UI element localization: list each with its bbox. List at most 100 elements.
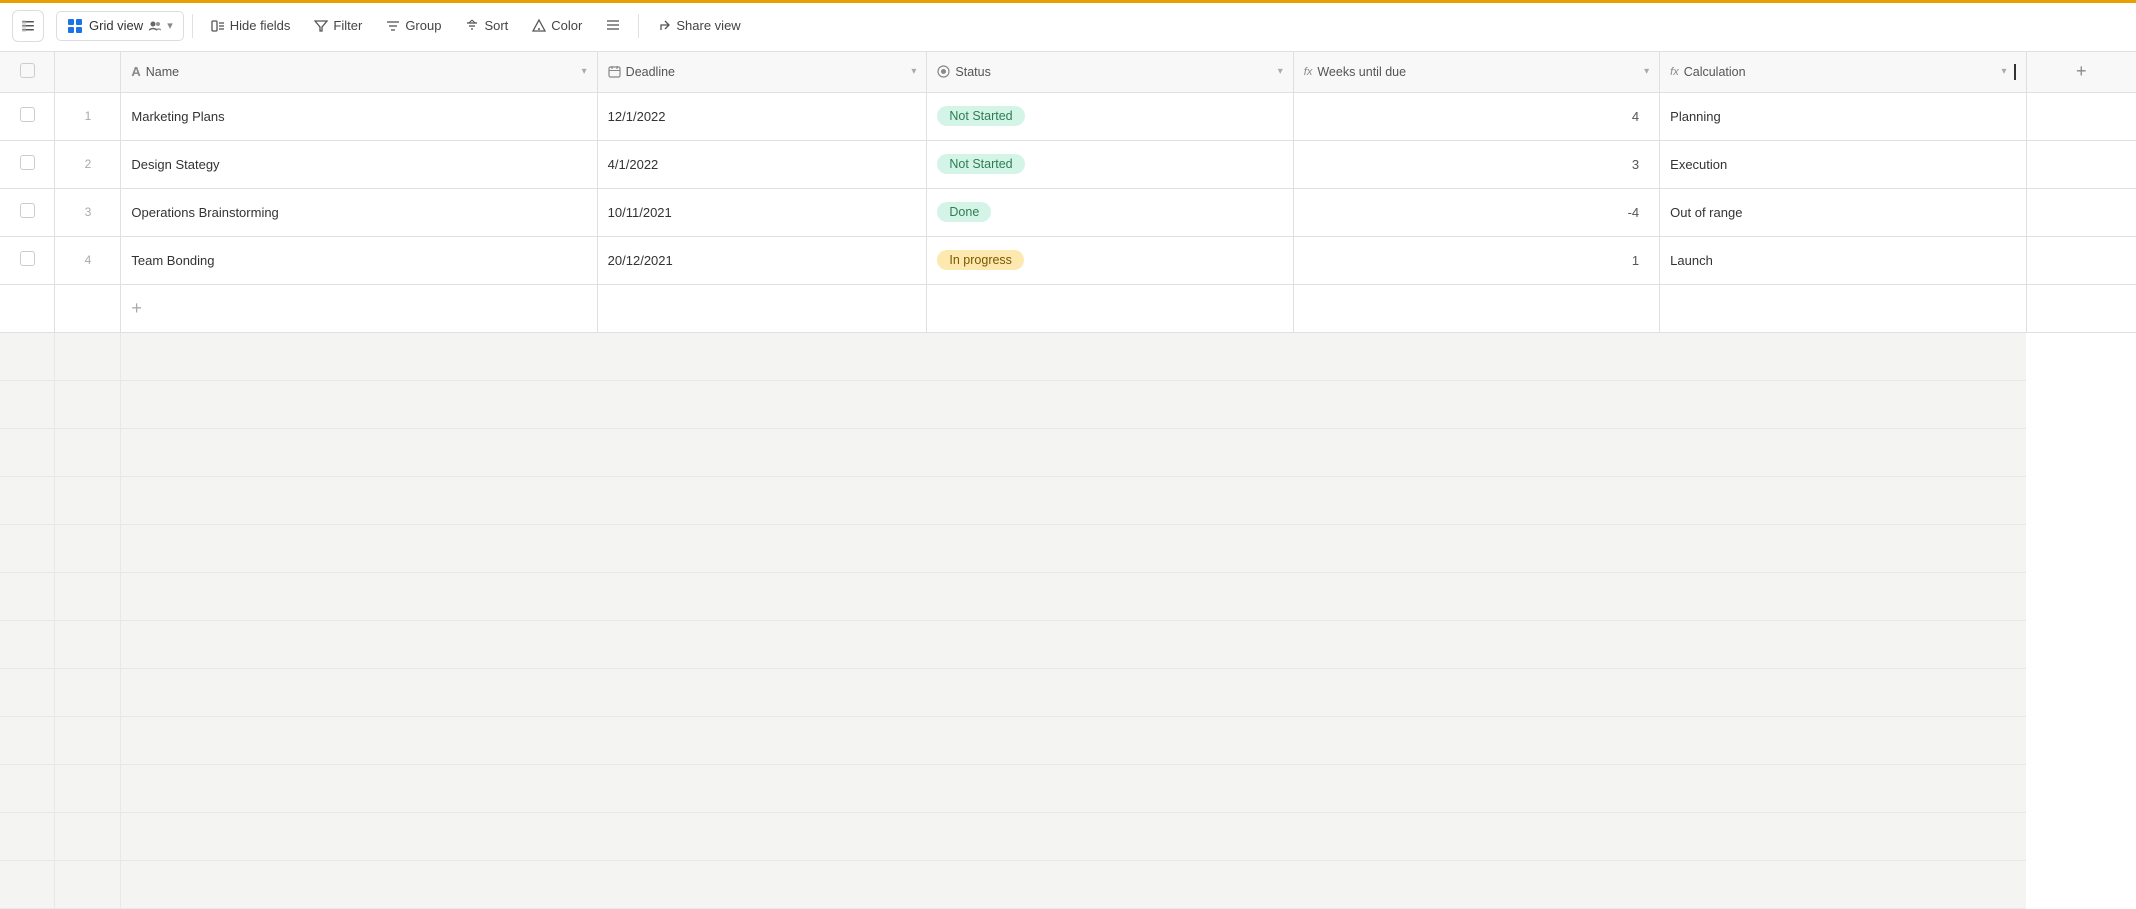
row-status[interactable]: Done bbox=[927, 188, 1293, 236]
row-calc[interactable]: Execution bbox=[1660, 140, 2026, 188]
color-icon bbox=[532, 19, 546, 33]
data-table: A Name ▾ Deadline ▾ bbox=[0, 52, 2136, 909]
add-row-num bbox=[55, 284, 121, 332]
header-row: A Name ▾ Deadline ▾ bbox=[0, 52, 2136, 92]
add-column-button[interactable]: + bbox=[2037, 61, 2126, 82]
row-status[interactable]: In progress bbox=[927, 236, 1293, 284]
row-deadline[interactable]: 12/1/2022 bbox=[597, 92, 927, 140]
grid-view-button[interactable]: Grid view ▾ bbox=[56, 11, 184, 41]
row-num: 1 bbox=[55, 92, 121, 140]
row-checkbox[interactable] bbox=[20, 155, 35, 170]
filter-button[interactable]: Filter bbox=[304, 12, 372, 39]
sort-button[interactable]: Sort bbox=[455, 12, 518, 39]
calc-sort-icon: ▾ bbox=[2002, 66, 2007, 77]
row-weeks[interactable]: 4 bbox=[1293, 92, 1659, 140]
weeks-value: -4 bbox=[1628, 205, 1640, 220]
header-status-cell[interactable]: Status ▾ bbox=[927, 52, 1293, 92]
sort-icon bbox=[465, 19, 479, 33]
row-name[interactable]: Operations Brainstorming bbox=[121, 188, 597, 236]
row-checkbox-cell[interactable] bbox=[0, 188, 55, 236]
header-add-col-cell[interactable]: + bbox=[2026, 52, 2136, 92]
empty-row bbox=[0, 428, 2136, 476]
add-row[interactable]: + bbox=[0, 284, 2136, 332]
row-status[interactable]: Not Started bbox=[927, 140, 1293, 188]
empty-row bbox=[0, 812, 2136, 860]
status-badge: Not Started bbox=[937, 106, 1024, 126]
row-name[interactable]: Team Bonding bbox=[121, 236, 597, 284]
row-status[interactable]: Not Started bbox=[927, 92, 1293, 140]
table-row[interactable]: 1 Marketing Plans 12/1/2022 Not Started … bbox=[0, 92, 2136, 140]
sort-label: Sort bbox=[484, 18, 508, 33]
row-name[interactable]: Design Stategy bbox=[121, 140, 597, 188]
row-add-cell bbox=[2026, 140, 2136, 188]
header-deadline-label: Deadline bbox=[626, 65, 905, 79]
add-row-calc bbox=[1660, 284, 2026, 332]
row-add-cell bbox=[2026, 188, 2136, 236]
empty-row bbox=[0, 572, 2136, 620]
weeks-value: 4 bbox=[1632, 109, 1639, 124]
header-checkbox-cell[interactable] bbox=[0, 52, 55, 92]
row-weeks[interactable]: -4 bbox=[1293, 188, 1659, 236]
row-weeks[interactable]: 1 bbox=[1293, 236, 1659, 284]
row-deadline[interactable]: 4/1/2022 bbox=[597, 140, 927, 188]
header-weeks-cell[interactable]: fx Weeks until due ▾ bbox=[1293, 52, 1659, 92]
share-view-button[interactable]: Share view bbox=[647, 12, 750, 39]
empty-row bbox=[0, 476, 2136, 524]
header-checkbox[interactable] bbox=[20, 63, 35, 78]
name-sort-icon: ▾ bbox=[582, 66, 587, 77]
divider-2 bbox=[638, 14, 639, 38]
team-icon bbox=[149, 20, 161, 32]
row-weeks[interactable]: 3 bbox=[1293, 140, 1659, 188]
deadline-sort-icon: ▾ bbox=[911, 66, 916, 77]
deadline-col-icon bbox=[608, 65, 621, 78]
row-add-cell bbox=[2026, 92, 2136, 140]
row-deadline[interactable]: 10/11/2021 bbox=[597, 188, 927, 236]
row-height-button[interactable] bbox=[596, 13, 630, 39]
row-checkbox-cell[interactable] bbox=[0, 92, 55, 140]
table-row[interactable]: 4 Team Bonding 20/12/2021 In progress 1 … bbox=[0, 236, 2136, 284]
header-name-label: Name bbox=[146, 65, 575, 79]
share-icon bbox=[657, 19, 671, 33]
table-body: 1 Marketing Plans 12/1/2022 Not Started … bbox=[0, 92, 2136, 908]
row-deadline[interactable]: 20/12/2021 bbox=[597, 236, 927, 284]
add-row-col-add bbox=[2026, 284, 2136, 332]
color-button[interactable]: Color bbox=[522, 12, 592, 39]
row-name[interactable]: Marketing Plans bbox=[121, 92, 597, 140]
row-num: 4 bbox=[55, 236, 121, 284]
row-checkbox-cell[interactable] bbox=[0, 236, 55, 284]
empty-row bbox=[0, 860, 2136, 908]
row-checkbox[interactable] bbox=[20, 203, 35, 218]
grid-view-label: Grid view bbox=[89, 18, 143, 33]
filter-label: Filter bbox=[333, 18, 362, 33]
hide-fields-button[interactable]: Hide fields bbox=[201, 12, 301, 39]
table-container: A Name ▾ Deadline ▾ bbox=[0, 52, 2136, 909]
sidebar-icon bbox=[20, 18, 36, 34]
row-checkbox-cell[interactable] bbox=[0, 140, 55, 188]
divider-1 bbox=[192, 14, 193, 38]
status-badge: In progress bbox=[937, 250, 1024, 270]
add-row-weeks bbox=[1293, 284, 1659, 332]
row-height-icon bbox=[606, 19, 620, 33]
row-num: 3 bbox=[55, 188, 121, 236]
table-row[interactable]: 3 Operations Brainstorming 10/11/2021 Do… bbox=[0, 188, 2136, 236]
row-calc[interactable]: Planning bbox=[1660, 92, 2026, 140]
header-deadline-cell[interactable]: Deadline ▾ bbox=[597, 52, 927, 92]
row-calc[interactable]: Launch bbox=[1660, 236, 2026, 284]
toolbar: Grid view ▾ Hide fields Filter Grou bbox=[0, 0, 2136, 52]
table-row[interactable]: 2 Design Stategy 4/1/2022 Not Started 3 … bbox=[0, 140, 2136, 188]
row-checkbox[interactable] bbox=[20, 251, 35, 266]
header-name-cell[interactable]: A Name ▾ bbox=[121, 52, 597, 92]
add-row-deadline bbox=[597, 284, 927, 332]
group-button[interactable]: Group bbox=[376, 12, 451, 39]
add-row-button[interactable]: + bbox=[121, 284, 597, 332]
color-label: Color bbox=[551, 18, 582, 33]
sidebar-toggle-button[interactable] bbox=[12, 10, 44, 42]
view-chevron: ▾ bbox=[167, 19, 173, 32]
name-col-icon: A bbox=[131, 64, 140, 79]
header-weeks-label: Weeks until due bbox=[1317, 65, 1637, 79]
header-num-cell bbox=[55, 52, 121, 92]
header-calc-cell[interactable]: fx Calculation ▾ bbox=[1660, 52, 2026, 92]
row-checkbox[interactable] bbox=[20, 107, 35, 122]
row-calc[interactable]: Out of range bbox=[1660, 188, 2026, 236]
status-col-icon bbox=[937, 65, 950, 78]
